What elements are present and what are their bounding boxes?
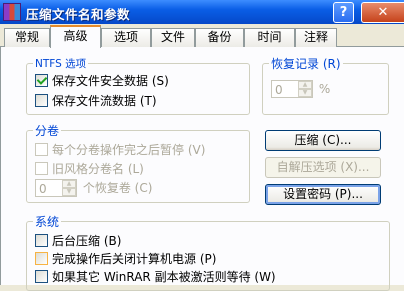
wait-row[interactable]: 如果其它 WinRAR 副本被激活则等待 (W) <box>35 269 276 285</box>
tab-time[interactable]: 时间 <box>244 28 295 47</box>
tab-comment[interactable]: 注释 <box>295 28 337 47</box>
close-button[interactable]: ✕ <box>361 2 404 23</box>
winrar-icon <box>3 3 21 21</box>
sfx-options-button[interactable]: 自解压选项 (X)... <box>265 157 381 178</box>
spin-up-icon[interactable]: ▲ <box>62 180 76 188</box>
pause-each-volume-checkbox[interactable] <box>35 143 48 156</box>
recovery-record-unit: % <box>318 81 331 96</box>
set-password-button[interactable]: 设置密码 (P)... <box>265 184 381 205</box>
recovery-record-spinner[interactable]: 0 ▲ ▼ <box>271 80 313 98</box>
save-streams-checkbox[interactable] <box>35 94 48 107</box>
help-button[interactable]: ? <box>333 2 354 23</box>
compress-settings-button[interactable]: 压缩 (C)... <box>265 130 381 151</box>
ntfs-options-group: NTFS 选项 保存文件安全数据 (S) 保存文件流数据 (T) <box>26 56 250 115</box>
old-naming-label: 旧风格分卷名 (L) <box>52 162 144 176</box>
tab-options[interactable]: 选项 <box>101 28 151 47</box>
old-naming-row[interactable]: 旧风格分卷名 (L) <box>35 161 144 177</box>
spin-down-icon[interactable]: ▼ <box>62 188 76 196</box>
title-bar[interactable]: 压缩文件名和参数 ? ✕ <box>0 0 404 24</box>
save-security-checkbox[interactable] <box>35 74 48 87</box>
volumes-group: 分卷 每个分卷操作完之后暂停 (V) 旧风格分卷名 (L) 0 ▲ ▼ 个恢复卷 … <box>26 122 250 203</box>
background-compress-row[interactable]: 后台压缩 (B) <box>35 233 121 249</box>
shutdown-label: 完成操作后关闭计算机电源 (P) <box>52 252 217 266</box>
tab-bar: 常规 高级 选项 文件 备份 时间 注释 <box>0 25 404 48</box>
recovery-record-value: 0 <box>275 83 283 97</box>
tab-backup[interactable]: 备份 <box>195 28 244 47</box>
save-streams-label: 保存文件流数据 (T) <box>52 94 157 108</box>
window-title: 压缩文件名和参数 <box>26 7 131 22</box>
save-security-row[interactable]: 保存文件安全数据 (S) <box>35 73 169 89</box>
save-security-label: 保存文件安全数据 (S) <box>52 74 169 88</box>
pause-each-volume-row[interactable]: 每个分卷操作完之后暂停 (V) <box>35 142 205 158</box>
shutdown-row[interactable]: 完成操作后关闭计算机电源 (P) <box>35 251 216 267</box>
pause-each-volume-label: 每个分卷操作完之后暂停 (V) <box>52 143 206 157</box>
save-streams-row[interactable]: 保存文件流数据 (T) <box>35 93 157 109</box>
spin-up-icon[interactable]: ▲ <box>298 81 312 89</box>
system-group: 系统 后台压缩 (B) 完成操作后关闭计算机电源 (P) 如果其它 WinRAR… <box>26 213 390 291</box>
recovery-volumes-row: 0 ▲ ▼ 个恢复卷 (C) <box>35 179 152 199</box>
background-compress-checkbox[interactable] <box>35 234 48 247</box>
recovery-volumes-value: 0 <box>39 182 47 196</box>
system-legend: 系统 <box>33 213 62 230</box>
recovery-volumes-spinner[interactable]: 0 ▲ ▼ <box>35 179 77 197</box>
shutdown-checkbox[interactable] <box>35 252 48 265</box>
recovery-volumes-label: 个恢复卷 (C) <box>82 180 153 195</box>
ntfs-options-legend: NTFS 选项 <box>33 56 89 71</box>
tab-advanced[interactable]: 高级 <box>50 25 101 48</box>
tab-files[interactable]: 文件 <box>151 28 195 47</box>
recovery-record-legend: 恢复记录 (R) <box>269 55 343 72</box>
tab-general[interactable]: 常规 <box>4 28 50 47</box>
wait-checkbox[interactable] <box>35 270 48 283</box>
volumes-legend: 分卷 <box>33 122 62 139</box>
spin-down-icon[interactable]: ▼ <box>298 89 312 97</box>
background-compress-label: 后台压缩 (B) <box>52 234 122 248</box>
recovery-record-group: 恢复记录 (R) 0 ▲ ▼ % <box>262 55 389 115</box>
recovery-record-row: 0 ▲ ▼ % <box>271 80 330 100</box>
old-naming-checkbox[interactable] <box>35 162 48 175</box>
wait-label: 如果其它 WinRAR 副本被激活则等待 (W) <box>52 270 276 284</box>
